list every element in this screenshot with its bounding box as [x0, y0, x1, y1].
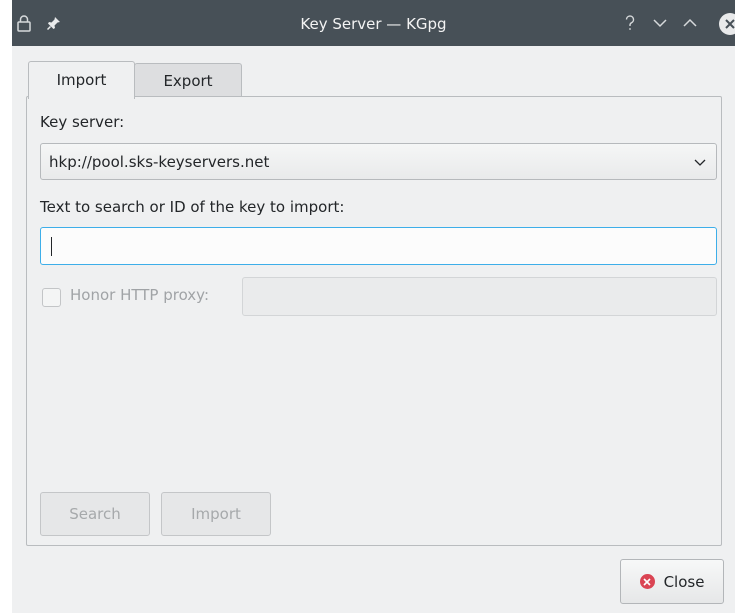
close-button[interactable]: Close — [620, 559, 724, 604]
chevron-down-icon — [692, 154, 708, 170]
keyserver-value: hkp://pool.sks-keyservers.net — [49, 153, 270, 171]
close-icon — [639, 574, 655, 589]
tab-export[interactable]: Export — [134, 63, 242, 98]
search-input[interactable] — [40, 227, 717, 265]
text-caret — [51, 237, 52, 256]
search-button[interactable]: Search — [40, 492, 150, 536]
import-button[interactable]: Import — [161, 492, 271, 536]
tab-import[interactable]: Import — [28, 61, 135, 99]
search-label: Text to search or ID of the key to impor… — [40, 198, 345, 216]
proxy-input[interactable] — [242, 277, 717, 316]
dialog-window: Key Server — KGpg Import Export Key serv… — [12, 0, 735, 613]
maximize-icon[interactable] — [678, 11, 702, 35]
minimize-icon[interactable] — [648, 11, 672, 35]
honor-proxy-checkbox[interactable] — [42, 288, 61, 307]
close-button-label: Close — [663, 572, 705, 591]
keyserver-combobox[interactable]: hkp://pool.sks-keyservers.net — [40, 143, 717, 180]
close-icon[interactable] — [719, 13, 735, 35]
honor-proxy-label: Honor HTTP proxy: — [70, 286, 210, 304]
keyserver-label: Key server: — [40, 113, 125, 131]
title-bar[interactable]: Key Server — KGpg — [12, 0, 735, 46]
import-tab-panel: Key server: hkp://pool.sks-keyservers.ne… — [26, 96, 722, 546]
help-icon[interactable] — [618, 11, 642, 35]
